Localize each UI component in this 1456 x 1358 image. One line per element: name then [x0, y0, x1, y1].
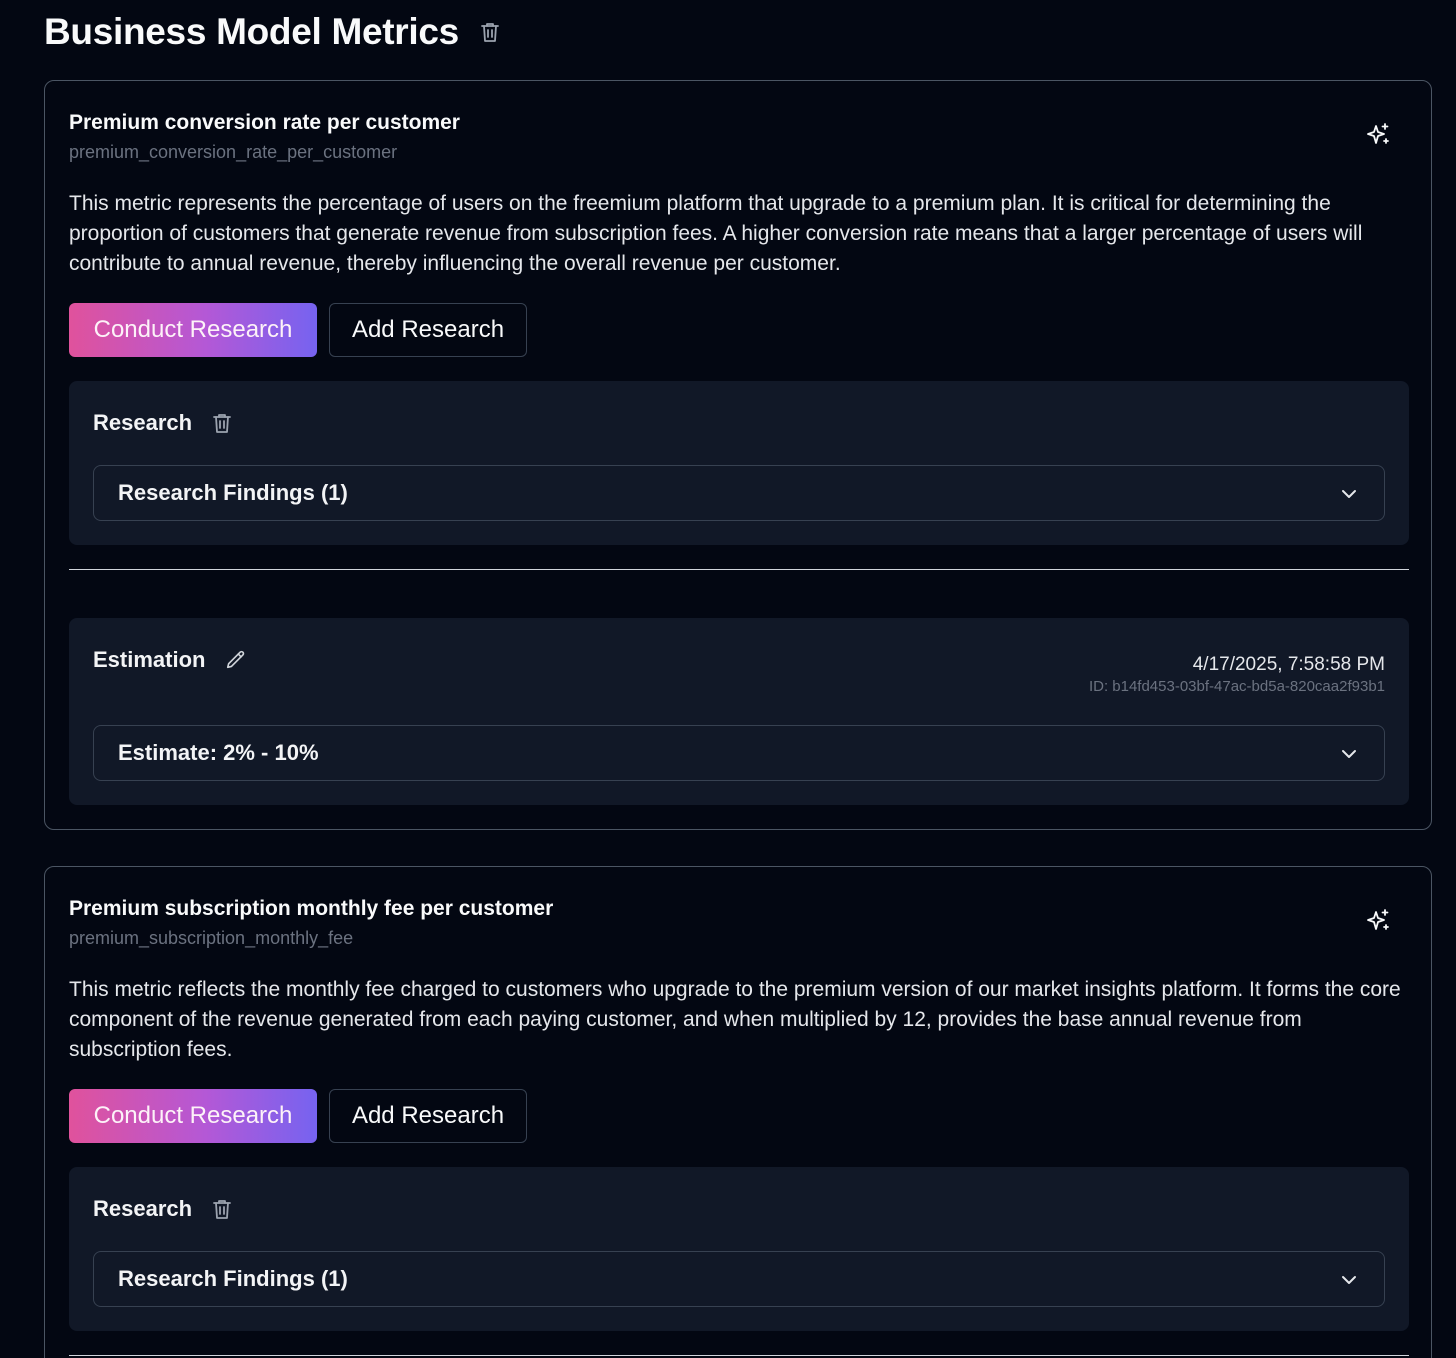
- research-header: Research: [93, 1195, 234, 1223]
- delete-page-trash-icon[interactable]: [479, 20, 501, 44]
- estimate-accordion[interactable]: Estimate: 2% - 10%: [93, 725, 1385, 781]
- research-label: Research: [93, 410, 193, 435]
- sparkle-icon[interactable]: [1365, 122, 1391, 148]
- page-header: Business Model Metrics: [44, 10, 501, 54]
- metric-title: Premium subscription monthly fee per cus…: [69, 897, 554, 920]
- research-header: Research: [93, 409, 234, 437]
- add-research-button[interactable]: Add Research: [329, 1089, 527, 1143]
- estimation-id: ID: b14fd453-03bf-47ac-bd5a-820caa2f93b1: [1088, 678, 1385, 695]
- chevron-down-icon: [1342, 750, 1356, 758]
- research-panel: Research Research Findings (1): [69, 381, 1409, 545]
- estimation-meta: 4/17/2025, 7:58:58 PM ID: b14fd453-03bf-…: [1089, 654, 1385, 698]
- estimation-panel: Estimation 4/17/2025, 7:58:58 PM ID: b14…: [69, 618, 1409, 805]
- section-divider: [69, 1355, 1409, 1356]
- metric-key: premium_conversion_rate_per_customer: [69, 142, 398, 162]
- page-title: Business Model Metrics: [44, 11, 459, 52]
- conduct-research-button[interactable]: Conduct Research: [69, 303, 317, 357]
- metric-card: Premium conversion rate per customer pre…: [44, 80, 1432, 830]
- delete-research-trash-icon[interactable]: [212, 411, 234, 435]
- research-actions: Conduct Research Add Research: [69, 1089, 527, 1143]
- metric-title: Premium conversion rate per customer: [69, 111, 460, 134]
- research-findings-label: Research Findings (1): [118, 480, 348, 505]
- research-label: Research: [93, 1196, 193, 1221]
- section-divider: [69, 569, 1409, 570]
- page: Business Model Metrics Premium conversio…: [0, 0, 1456, 1358]
- chevron-down-icon: [1342, 1276, 1356, 1284]
- estimation-header: Estimation: [93, 646, 247, 674]
- research-panel: Research Research Findings (1): [69, 1167, 1409, 1331]
- chevron-down-icon: [1342, 490, 1356, 498]
- conduct-research-button[interactable]: Conduct Research: [69, 1089, 317, 1143]
- estimation-timestamp: 4/17/2025, 7:58:58 PM: [1192, 654, 1385, 675]
- research-actions: Conduct Research Add Research: [69, 303, 527, 357]
- estimation-label: Estimation: [93, 647, 206, 672]
- research-findings-accordion[interactable]: Research Findings (1): [93, 465, 1385, 521]
- edit-estimation-pencil-icon[interactable]: [225, 648, 247, 672]
- metric-description: This metric reflects the monthly fee cha…: [69, 978, 1401, 1061]
- estimate-label: Estimate: 2% - 10%: [118, 740, 319, 765]
- metric-key: premium_subscription_monthly_fee: [69, 928, 354, 948]
- research-findings-label: Research Findings (1): [118, 1266, 348, 1291]
- metric-description: This metric represents the percentage of…: [69, 192, 1363, 275]
- sparkle-icon[interactable]: [1365, 908, 1391, 934]
- research-findings-accordion[interactable]: Research Findings (1): [93, 1251, 1385, 1307]
- delete-research-trash-icon[interactable]: [212, 1197, 234, 1221]
- add-research-button[interactable]: Add Research: [329, 303, 527, 357]
- metric-card: Premium subscription monthly fee per cus…: [44, 866, 1432, 1358]
